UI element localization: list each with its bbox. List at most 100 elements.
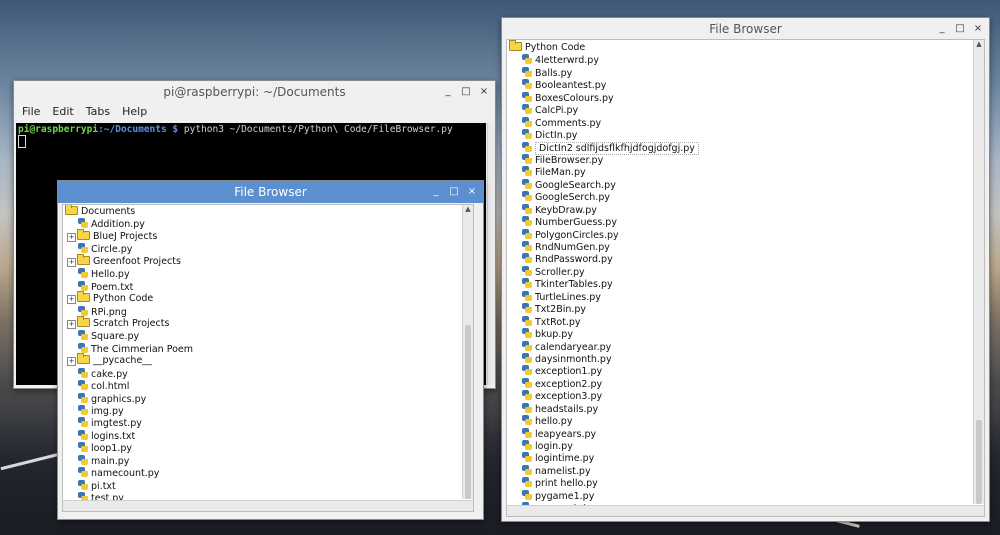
tree-file-item[interactable]: TurtleLines.py (509, 290, 984, 303)
tree-file-item[interactable]: NumberGuess.py (509, 216, 984, 228)
tree-file-item[interactable]: CalcPi.py (509, 104, 984, 116)
tree-file-item[interactable]: logintime.py (509, 452, 984, 464)
tree-file-item[interactable]: Square.py (65, 330, 473, 342)
tree-root[interactable]: Documents (65, 205, 473, 218)
tree-file-item[interactable]: Balls.py (509, 66, 984, 79)
file-tree-right[interactable]: Python Code 4letterwrd.py Balls.py Boolean… (506, 39, 985, 517)
expand-icon[interactable]: + (67, 319, 76, 329)
menu-file[interactable]: File (16, 105, 46, 121)
tree-file-item[interactable]: graphics.py (65, 392, 473, 405)
tree-file-item[interactable]: Poem.txt (65, 280, 473, 293)
tree-folder-item[interactable]: + Python Code (65, 291, 473, 305)
left-vertical-scrollbar[interactable]: ▲ (462, 205, 473, 499)
terminal-titlebar[interactable]: pi@raspberrypi: ~/Documents _ □ × (14, 81, 495, 103)
tree-file-item[interactable]: FileBrowser.py (509, 153, 984, 166)
tree-file-item[interactable]: namelist.py (509, 464, 984, 477)
tree-file-item[interactable]: pygame1.py (509, 489, 984, 502)
tree-file-item[interactable]: hello.py (509, 415, 984, 427)
tree-file-item[interactable]: GoogleSerch.py (509, 191, 984, 203)
file-browser-titlebar-right[interactable]: File Browser _ □ × (502, 18, 989, 40)
expand-icon[interactable]: + (67, 357, 76, 367)
tree-file-item[interactable]: img.py (65, 405, 473, 417)
tree-root[interactable]: Python Code (509, 40, 984, 54)
tree-file-item[interactable]: login.py (509, 440, 984, 452)
tree-file-item[interactable]: Hello.py (65, 268, 473, 280)
minimize-icon[interactable]: _ (935, 22, 949, 36)
tree-file-item[interactable]: FileMan.py (509, 166, 984, 178)
maximize-icon[interactable]: □ (953, 22, 967, 36)
maximize-icon[interactable]: □ (447, 185, 461, 199)
terminal-scrollbar[interactable] (487, 123, 494, 385)
tree-file-item[interactable]: Circle.py (65, 243, 473, 255)
close-icon[interactable]: × (465, 185, 479, 199)
expand-icon[interactable]: + (67, 232, 76, 242)
scroll-up-icon[interactable]: ▲ (463, 205, 473, 213)
tree-file-item[interactable]: cake.py (65, 367, 473, 380)
tree-file-item[interactable]: exception2.py (509, 377, 984, 390)
tree-file-item[interactable]: daysinmonth.py (509, 352, 984, 365)
tree-file-item[interactable]: Booleantest.py (509, 79, 984, 91)
tree-file-item[interactable]: namecount.py (65, 467, 473, 479)
tree-file-item[interactable]: headstails.py (509, 402, 984, 415)
tree-file-item[interactable]: leapyears.py (509, 427, 984, 440)
minimize-icon[interactable]: _ (429, 185, 443, 199)
right-horizontal-scrollbar[interactable] (507, 505, 984, 516)
tree-file-item[interactable]: Addition.py (65, 218, 473, 230)
tree-file-item[interactable]: KeybDraw.py (509, 203, 984, 216)
tree-folder-item[interactable]: + Greenfoot Projects (65, 253, 473, 268)
tree-folder-item[interactable]: + BlueJ Projects (65, 228, 473, 243)
menu-edit[interactable]: Edit (46, 105, 79, 121)
tree-file-item[interactable]: The Cimmerian Poem (65, 342, 473, 355)
python-file-icon (522, 191, 532, 202)
tree-item-label: exception3.py (535, 391, 603, 403)
left-horizontal-scrollbar[interactable] (63, 500, 473, 511)
close-icon[interactable]: × (971, 22, 985, 36)
maximize-icon[interactable]: □ (459, 85, 473, 99)
tree-folder-item[interactable]: + __pycache__ (65, 353, 473, 367)
tree-file-item[interactable]: PolygonCircles.py (509, 228, 984, 241)
tree-file-item[interactable]: DictIn2 sdlfijdsflkfhjdfogjdofgj.py (509, 141, 984, 155)
file-browser-window-right[interactable]: File Browser _ □ × Python Code 4letterwr… (501, 17, 990, 522)
tree-file-item[interactable]: imgtest.py (65, 417, 473, 429)
tree-file-item[interactable]: GoogleSearch.py (509, 178, 984, 191)
menu-help[interactable]: Help (116, 105, 153, 121)
minimize-icon[interactable]: _ (441, 85, 455, 99)
tree-file-item[interactable]: loop1.py (65, 442, 473, 454)
tree-item-label: 4letterwrd.py (535, 55, 599, 67)
left-scroll-thumb[interactable] (465, 325, 471, 499)
expand-icon[interactable]: + (67, 295, 76, 305)
tree-file-item[interactable]: logins.txt (65, 429, 473, 442)
tree-file-item[interactable]: col.html (65, 380, 473, 392)
tree-file-item[interactable]: exception1.py (509, 365, 984, 377)
menu-tabs[interactable]: Tabs (80, 105, 116, 121)
tree-file-item[interactable]: exception3.py (509, 390, 984, 402)
python-file-icon (522, 166, 532, 177)
tree-folder-item[interactable]: + Scratch Projects (65, 315, 473, 330)
tree-file-item[interactable]: TkinterTables.py (509, 278, 984, 290)
right-vertical-scrollbar[interactable]: ▲ (973, 40, 984, 504)
file-browser-window-left[interactable]: File Browser _ □ × Documents Addition.py… (57, 180, 484, 520)
close-icon[interactable]: × (477, 85, 491, 99)
file-browser-titlebar[interactable]: File Browser _ □ × (58, 181, 483, 203)
tree-file-item[interactable]: pi.txt (65, 479, 473, 492)
tree-file-item[interactable]: RndPassword.py (509, 253, 984, 265)
tree-file-item[interactable]: RPi.png (65, 305, 473, 318)
scroll-up-icon[interactable]: ▲ (974, 40, 984, 48)
tree-file-item[interactable]: bkup.py (509, 328, 984, 340)
file-tree-left[interactable]: Documents Addition.py + BlueJ Projects Circ… (62, 204, 474, 512)
tree-file-item[interactable]: Txt2Bin.py (509, 303, 984, 315)
tree-file-item[interactable]: RndNumGen.py (509, 241, 984, 253)
tree-file-item[interactable]: calendaryear.py (509, 340, 984, 353)
tree-file-item[interactable]: DictIn.py (509, 129, 984, 141)
tree-file-item[interactable]: print hello.py (509, 477, 984, 489)
tree-file-item[interactable]: Scroller.py (509, 265, 984, 278)
tree-file-item[interactable]: TxtRot.py (509, 315, 984, 328)
tree-item-label: bkup.py (535, 329, 573, 341)
tree-file-item[interactable]: main.py (65, 454, 473, 467)
tree-file-item[interactable]: 4letterwrd.py (509, 54, 984, 66)
tree-file-item[interactable]: BoxesColours.py (509, 91, 984, 104)
right-scroll-thumb[interactable] (976, 420, 982, 504)
tree-file-item[interactable]: Comments.py (509, 116, 984, 129)
tree-item-label: __pycache__ (93, 355, 152, 367)
expand-icon[interactable]: + (67, 257, 76, 267)
